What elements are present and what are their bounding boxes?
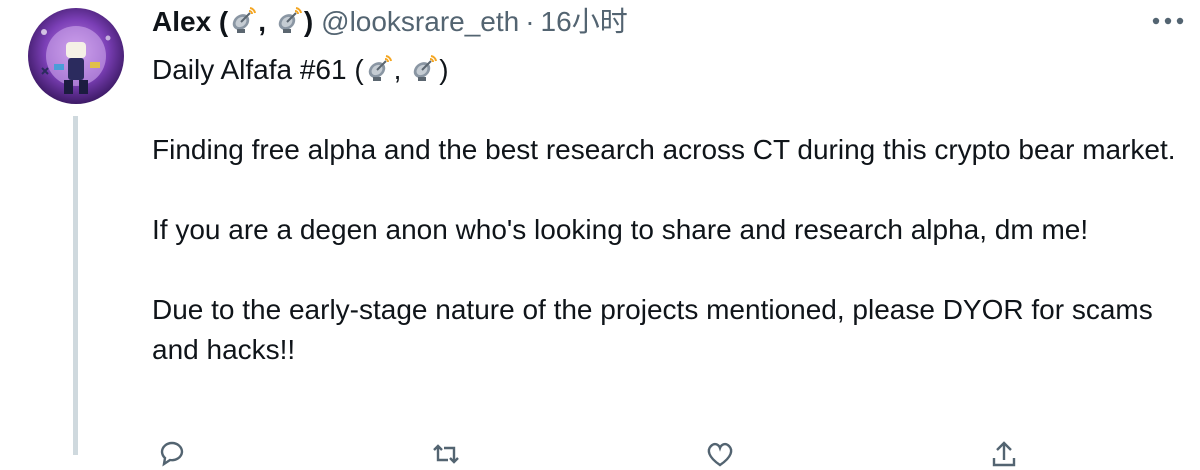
avatar[interactable] xyxy=(24,4,128,108)
reply-icon xyxy=(156,438,188,470)
satellite-antenna-icon xyxy=(274,5,304,35)
display-name[interactable]: Alex (, ) xyxy=(152,2,313,42)
separator-dot: · xyxy=(525,6,535,37)
like-icon xyxy=(704,438,736,470)
tweet-paragraph-1: Finding free alpha and the best research… xyxy=(152,134,1176,165)
title-suffix: ) xyxy=(439,54,449,85)
tweet-header: Alex (, ) @looksrare_eth · 16小时 xyxy=(152,2,628,42)
share-button[interactable] xyxy=(988,438,1020,470)
satellite-antenna-icon xyxy=(409,53,439,83)
more-button[interactable] xyxy=(1148,4,1188,40)
reply-button[interactable] xyxy=(156,438,188,470)
tweet-text: Daily Alfafa #61 (, ) Finding free alpha… xyxy=(152,50,1182,410)
more-icon xyxy=(1151,13,1185,31)
tweet-actions xyxy=(152,438,1052,468)
user-handle[interactable]: @looksrare_eth xyxy=(321,2,519,42)
title-text: Daily Alfafa #61 ( xyxy=(152,54,364,85)
timestamp[interactable]: 16小时 xyxy=(541,2,628,42)
display-name-sep: , xyxy=(258,6,267,37)
display-name-text: Alex ( xyxy=(152,6,229,37)
satellite-antenna-icon xyxy=(364,53,394,83)
satellite-antenna-icon xyxy=(228,5,258,35)
tweet: Alex (, ) @looksrare_eth · 16小时 Daily Al… xyxy=(0,0,1200,467)
tweet-line-title: Daily Alfafa #61 (, ) xyxy=(152,50,1182,90)
retweet-icon xyxy=(430,438,462,470)
like-button[interactable] xyxy=(704,438,736,470)
thread-line xyxy=(73,116,78,455)
title-sep: , xyxy=(393,54,402,85)
share-icon xyxy=(988,438,1020,470)
retweet-button[interactable] xyxy=(430,438,462,470)
tweet-paragraph-2: If you are a degen anon who's looking to… xyxy=(152,214,1089,245)
display-name-end: ) xyxy=(303,6,314,37)
tweet-paragraph-3: Due to the early-stage nature of the pro… xyxy=(152,294,1153,365)
